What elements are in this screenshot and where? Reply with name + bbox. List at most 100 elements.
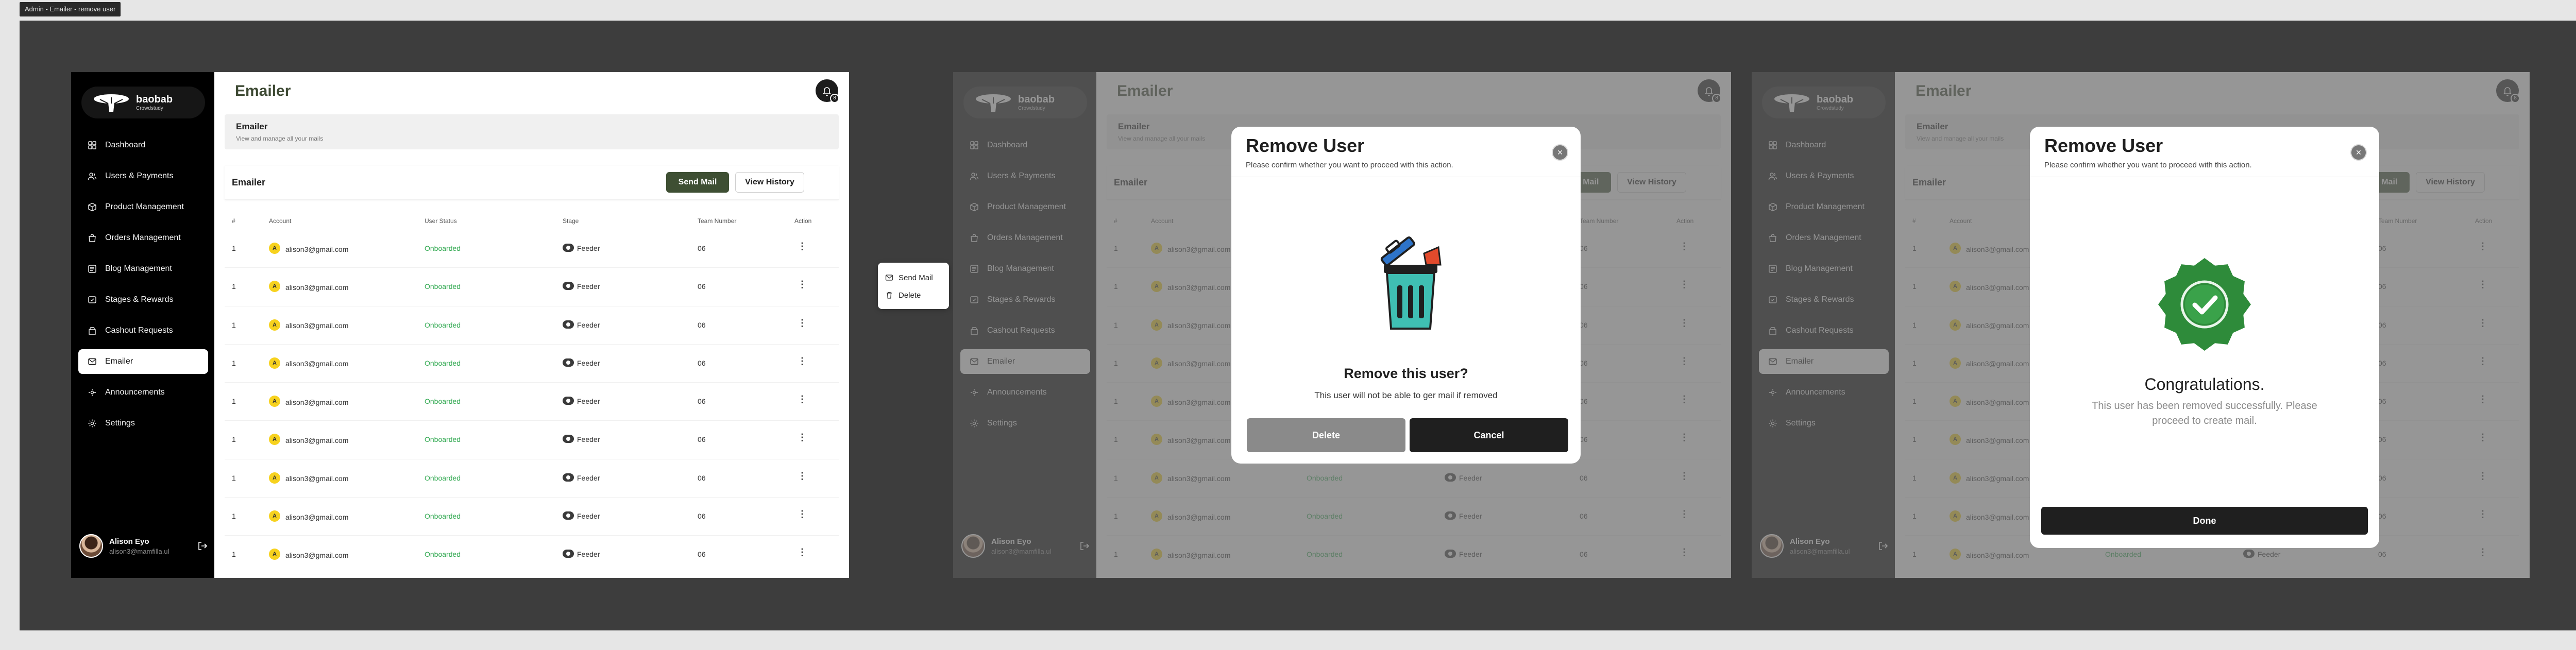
sidebar-item-dashboard[interactable]: Dashboard — [78, 133, 208, 158]
avatar[interactable] — [79, 534, 103, 558]
account-email: alison3@gmail.com — [285, 245, 349, 253]
banner-subtitle: View and manage all your mails — [236, 135, 324, 142]
stage-icon — [563, 550, 574, 558]
row-index: 1 — [232, 512, 236, 521]
account-cell: Aalison3@gmail.com — [269, 281, 349, 293]
sidebar-item-emailer[interactable]: Emailer — [78, 349, 208, 374]
confirm-text: This user will not be able to ger mail i… — [1314, 390, 1498, 400]
account-email: alison3@gmail.com — [285, 398, 349, 406]
brand-logo[interactable]: baobab Crowdstudy — [81, 87, 205, 118]
stage-cell: Feeder — [563, 282, 600, 290]
sidebar-item-label: Stages & Rewards — [105, 295, 174, 304]
account-email: alison3@gmail.com — [285, 474, 349, 483]
stage-label: Feeder — [577, 244, 600, 252]
success-message: This user has been removed successfully.… — [2092, 400, 2317, 426]
more-options-icon[interactable]: ⋮ — [798, 471, 807, 481]
more-options-icon[interactable]: ⋮ — [798, 433, 807, 442]
more-options-icon[interactable]: ⋮ — [798, 356, 807, 366]
modal-title: Remove User — [1246, 135, 1365, 156]
status-badge: Onboarded — [425, 512, 461, 521]
stage-label: Feeder — [577, 473, 600, 482]
sidebar-item-label: Blog Management — [105, 264, 172, 273]
mail-icon — [885, 275, 893, 281]
account-initial-badge: A — [269, 510, 280, 522]
notification-count: 8 — [830, 94, 839, 103]
stage-cell: Feeder — [563, 550, 600, 558]
more-options-icon[interactable]: ⋮ — [798, 280, 807, 289]
stage-label: Feeder — [577, 435, 600, 444]
menu-item-label: Send Mail — [899, 273, 933, 282]
stage-icon — [563, 244, 574, 252]
more-options-icon[interactable]: ⋮ — [798, 509, 807, 519]
account-initial-badge: A — [269, 319, 280, 331]
send-mail-button[interactable]: Send Mail — [666, 172, 729, 193]
modal-title: Remove User — [2044, 135, 2163, 156]
delete-button[interactable]: Delete — [1247, 418, 1405, 452]
modal-subtitle: Please confirm whether you want to proce… — [1246, 161, 1453, 169]
menu-item-delete[interactable]: Delete — [885, 286, 942, 304]
table-row: 1 Aalison3@gmail.com Onboarded Feeder 06 ⋮ — [225, 230, 839, 268]
column-header-index: # — [232, 217, 235, 225]
team-number: 06 — [698, 244, 706, 252]
logout-icon[interactable] — [197, 540, 208, 552]
more-options-icon[interactable]: ⋮ — [798, 548, 807, 557]
modal-header: Remove User Please confirm whether you wa… — [2030, 127, 2379, 177]
team-number: 06 — [698, 512, 706, 521]
team-number: 06 — [698, 358, 706, 367]
account-cell: Aalison3@gmail.com — [269, 472, 349, 484]
sidebar-item-users-payments[interactable]: Users & Payments — [78, 164, 208, 189]
notification-button[interactable]: 8 — [816, 79, 839, 103]
sidebar-item-announcements[interactable]: Announcements — [78, 380, 208, 405]
sidebar-nav: Dashboard Users & Payments Product Managem… — [78, 133, 208, 442]
stage-cell: Feeder — [563, 473, 600, 482]
users-icon — [88, 172, 97, 181]
more-options-icon[interactable]: ⋮ — [798, 242, 807, 251]
stage-icon — [563, 511, 574, 520]
account-email: alison3@gmail.com — [285, 551, 349, 559]
sidebar-item-stages-rewards[interactable]: Stages & Rewards — [78, 287, 208, 312]
stage-cell: Feeder — [563, 511, 600, 520]
account-cell: Aalison3@gmail.com — [269, 434, 348, 446]
sidebar-item-blog-management[interactable]: Blog Management — [78, 256, 208, 281]
sidebar-item-label: Users & Payments — [105, 172, 174, 180]
remove-user-modal: Remove User Please confirm whether you wa… — [1231, 127, 1581, 464]
table-row: 1 Aalison3@gmail.com Onboarded Feeder 06 ⋮ — [225, 383, 839, 421]
blog-icon — [88, 264, 97, 273]
view-history-button[interactable]: View History — [735, 172, 804, 193]
sidebar-item-orders-management[interactable]: Orders Management — [78, 226, 208, 250]
page-banner: Emailer View and manage all your mails — [225, 114, 839, 149]
close-icon[interactable]: × — [1552, 144, 1568, 161]
main-content: Emailer 8 Emailer View and manage all yo… — [214, 72, 849, 578]
column-header-account: Account — [269, 217, 292, 225]
table-row: 1 Aalison3@gmail.com Onboarded Feeder 06 ⋮ — [225, 306, 839, 345]
more-options-icon[interactable]: ⋮ — [798, 318, 807, 328]
cancel-button[interactable]: Cancel — [1410, 418, 1568, 452]
success-heading: Congratulations. — [2144, 375, 2265, 394]
sidebar-item-label: Emailer — [105, 357, 133, 366]
status-badge: Onboarded — [425, 435, 461, 444]
user-profile: Alison Eyo alison3@mamfilla.ul — [79, 532, 208, 560]
modal-subtitle: Please confirm whether you want to proce… — [2044, 161, 2252, 169]
team-number: 06 — [698, 473, 706, 482]
team-number: 06 — [698, 320, 706, 329]
sidebar-item-product-management[interactable]: Product Management — [78, 195, 208, 219]
sidebar-item-settings[interactable]: Settings — [78, 411, 208, 436]
remove-success-modal: Remove User Please confirm whether you wa… — [2030, 127, 2379, 548]
menu-item-send-mail[interactable]: Send Mail — [885, 269, 942, 286]
baobab-tree-icon — [94, 94, 129, 112]
sidebar-item-label: Product Management — [105, 202, 184, 211]
stage-label: Feeder — [577, 397, 600, 406]
sidebar-item-cashout-requests[interactable]: Cashout Requests — [78, 318, 208, 343]
more-options-icon[interactable]: ⋮ — [798, 395, 807, 404]
sidebar-item-label: Cashout Requests — [105, 326, 173, 335]
account-email: alison3@gmail.com — [285, 283, 349, 292]
row-action-menu: Send Mail Delete — [878, 263, 949, 309]
close-icon[interactable]: × — [2350, 144, 2367, 161]
status-badge: Onboarded — [425, 358, 461, 367]
done-button[interactable]: Done — [2041, 507, 2368, 535]
stage-cell: Feeder — [563, 397, 600, 405]
sidebar-item-label: Dashboard — [105, 141, 146, 149]
stage-icon — [563, 473, 574, 482]
status-badge: Onboarded — [425, 550, 461, 559]
bag-icon — [88, 233, 97, 243]
